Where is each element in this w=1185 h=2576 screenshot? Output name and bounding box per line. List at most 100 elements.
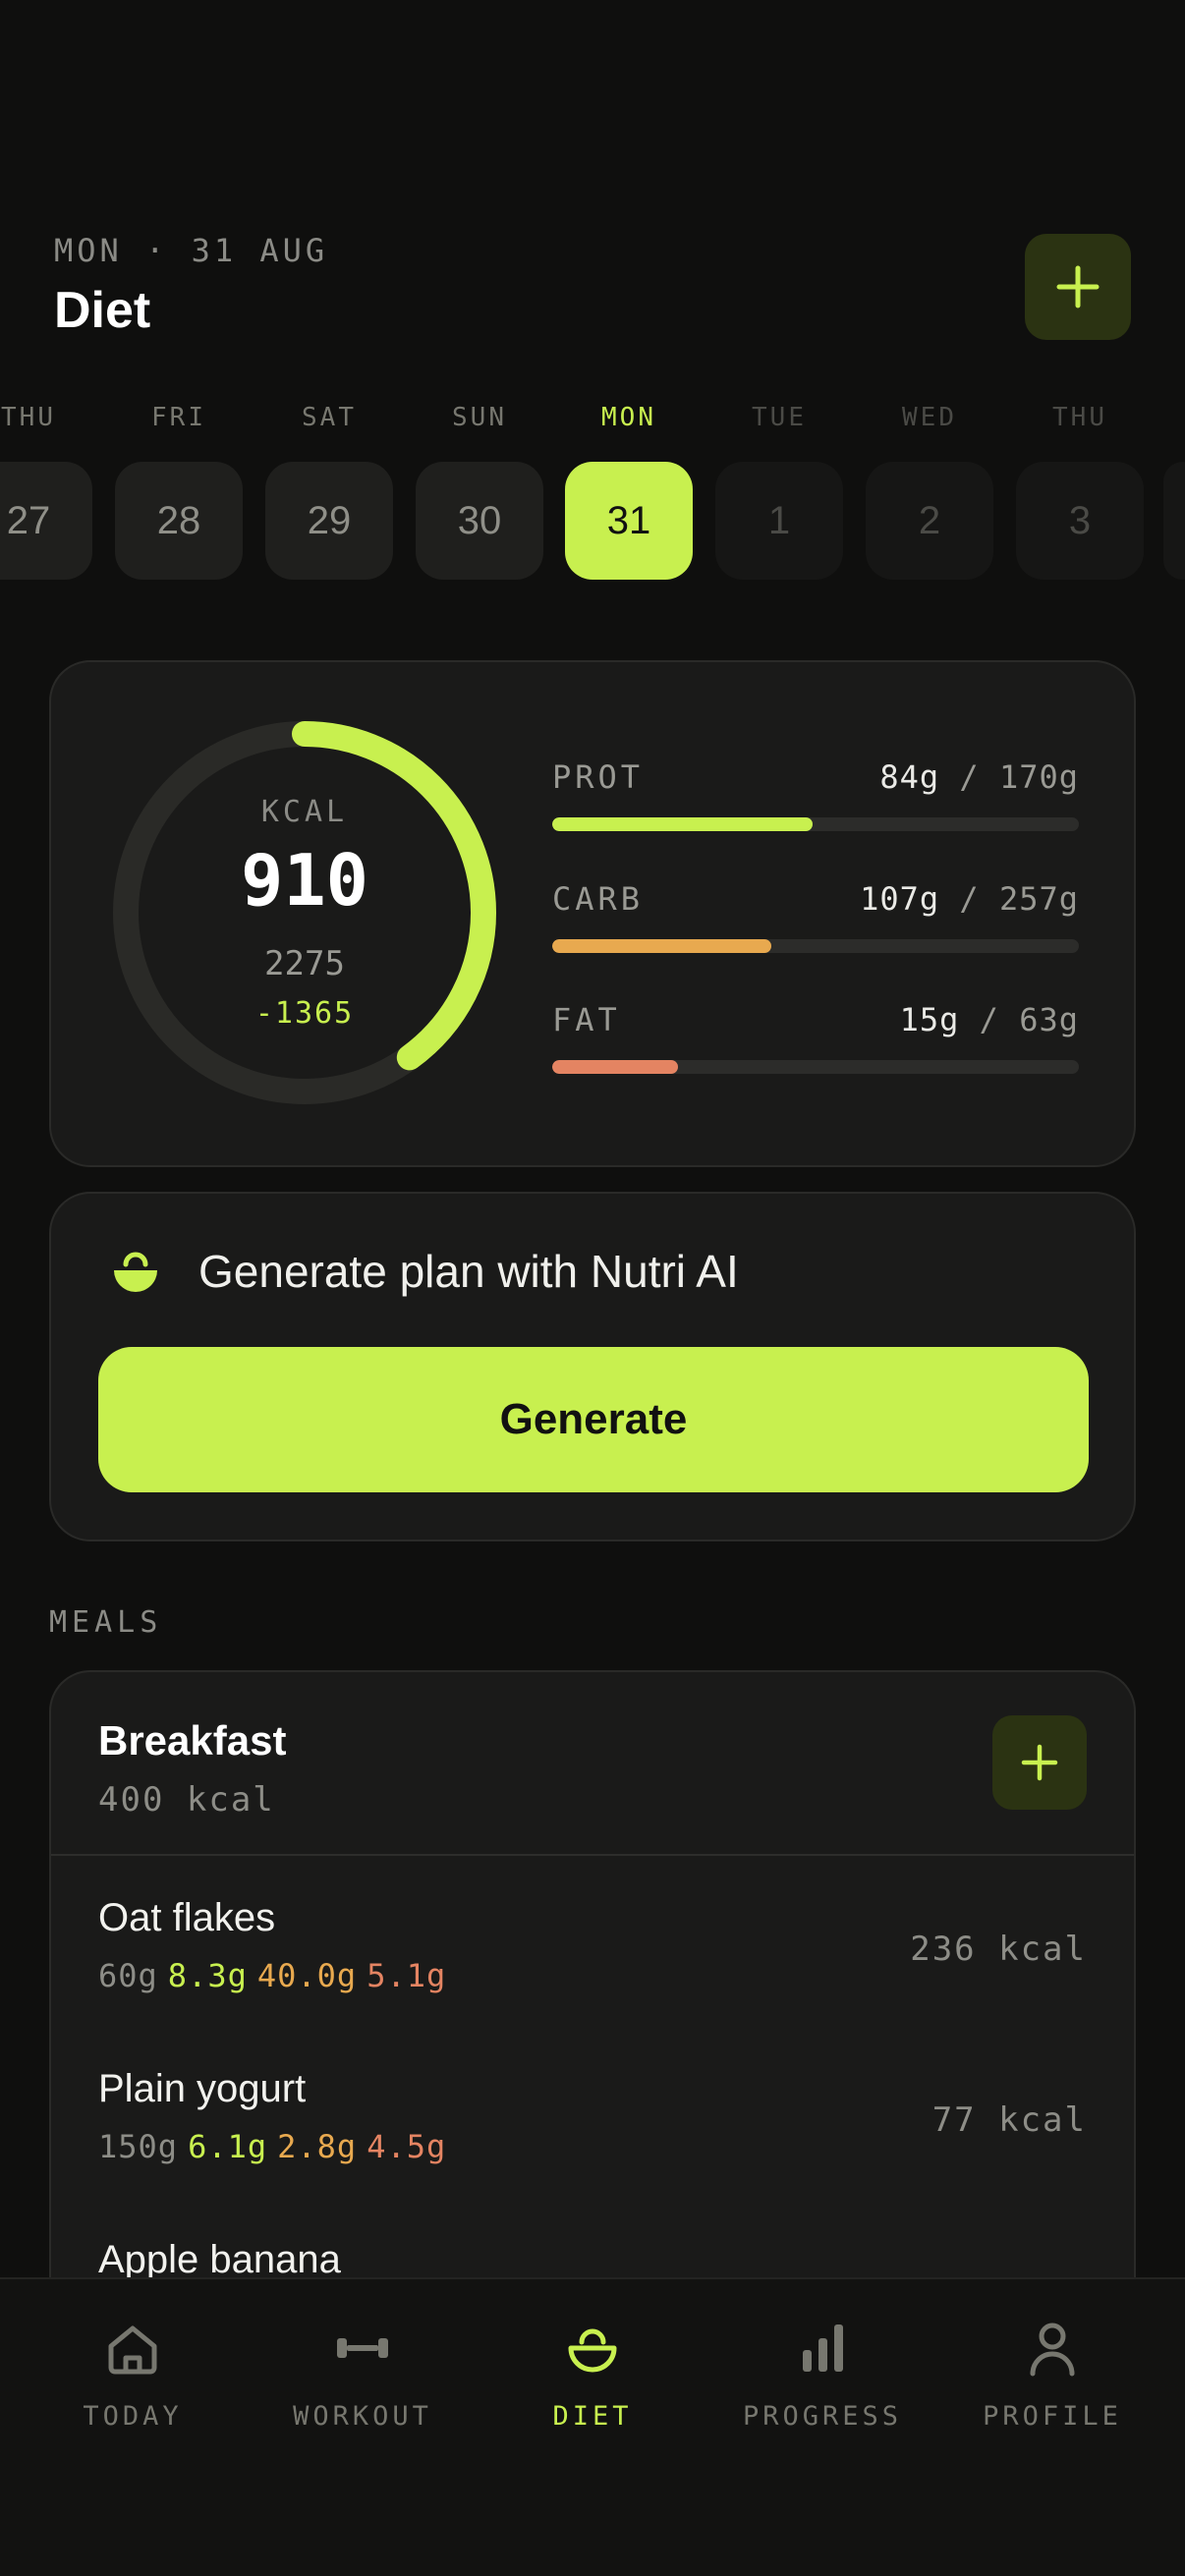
day-item[interactable]: WED 2 — [866, 403, 993, 580]
date-label: MON · 31 AUG — [54, 232, 329, 269]
add-food-button[interactable] — [992, 1715, 1087, 1810]
food-kcal: 236 kcal — [910, 1930, 1087, 1969]
ai-plan-card: Generate plan with Nutri AI Generate — [49, 1192, 1136, 1541]
day-item[interactable]: SUN 30 — [416, 403, 543, 580]
plus-icon — [1021, 1744, 1058, 1781]
nav-item-progress[interactable]: PROGRESS — [709, 2319, 935, 2456]
day-name: FRI — [151, 403, 206, 432]
food-name: Apple banana — [98, 2238, 341, 2281]
food-carb: 40.0g — [256, 1957, 358, 1994]
day-item[interactable]: SAT 29 — [265, 403, 393, 580]
nav-label: TODAY — [83, 2401, 183, 2432]
user-icon — [1030, 2323, 1075, 2377]
nav-item-diet[interactable]: DIET — [480, 2319, 705, 2456]
day-name: MON — [601, 403, 656, 432]
ai-plan-text: Generate plan with Nutri AI — [198, 1246, 739, 1297]
day-number: 31 — [565, 462, 693, 580]
macro-current: 84g — [879, 758, 940, 796]
macro-value: 15g / 63g — [899, 1001, 1079, 1038]
food-item[interactable]: Plain yogurt 150g 6.1g 2.8g 4.5g 77 kcal — [98, 2067, 1087, 2205]
day-number: 29 — [265, 462, 393, 580]
food-fat: 5.1g — [367, 1957, 447, 1994]
day-number: 2 — [866, 462, 993, 580]
food-quantity: 150g — [98, 2128, 179, 2165]
day-item[interactable]: TUE 1 — [715, 403, 843, 580]
day-item[interactable]: FRI 28 — [115, 403, 243, 580]
kcal-value: 910 — [240, 839, 369, 922]
day-name: THU — [1052, 403, 1107, 432]
home-icon — [108, 2325, 157, 2375]
macro-name: FAT — [552, 1001, 621, 1038]
day-item[interactable]: THU 27 — [0, 403, 92, 580]
header: MON · 31 AUG Diet — [54, 232, 1131, 350]
bar-chart-icon — [803, 2324, 843, 2372]
macro-track — [552, 939, 1079, 953]
food-carb: 2.8g — [277, 2128, 358, 2165]
day-number: 3 — [1016, 462, 1144, 580]
divider — [51, 1854, 1134, 1856]
meal-kcal: 400 kcal — [98, 1780, 275, 1820]
food-name: Oat flakes — [98, 1896, 276, 1939]
day-item-partial[interactable] — [1163, 403, 1185, 580]
food-protein: 6.1g — [188, 2128, 268, 2165]
day-number: 27 — [0, 462, 92, 580]
macro-target: 170g — [998, 758, 1079, 796]
macro-value: 84g / 170g — [879, 758, 1079, 796]
day-name: THU — [1, 403, 56, 432]
macro-fill — [552, 817, 813, 831]
macro-carb: CARB 107g / 257g — [552, 880, 1079, 969]
bowl-icon — [568, 2328, 617, 2373]
day-item[interactable]: MON 31 — [565, 403, 693, 580]
macro-fat: FAT 15g / 63g — [552, 1001, 1079, 1090]
macro-track — [552, 1060, 1079, 1074]
macro-target: 257g — [998, 880, 1079, 918]
macro-current: 15g — [899, 1001, 960, 1038]
macro-track — [552, 817, 1079, 831]
meal-card-breakfast: Breakfast 400 kcal Oat flakes 60g 8.3g 40.… — [49, 1670, 1136, 2378]
food-quantity: 60g — [98, 1957, 158, 1994]
week-strip: THU 27 FRI 28 SAT 29 SUN 30 MON 31 TUE 1… — [0, 403, 1185, 589]
day-number: 30 — [416, 462, 543, 580]
bottom-nav: TODAY WORKOUT DIET PROGRESS PROFILE — [0, 2277, 1185, 2576]
nav-item-profile[interactable]: PROFILE — [939, 2319, 1165, 2456]
day-name: TUE — [752, 403, 807, 432]
macro-fill — [552, 939, 771, 953]
food-item[interactable]: Oat flakes 60g 8.3g 40.0g 5.1g 236 kcal — [98, 1896, 1087, 2034]
day-name: SAT — [302, 403, 357, 432]
day-number: 28 — [115, 462, 243, 580]
macro-fill — [552, 1060, 678, 1074]
food-kcal: 77 kcal — [931, 2100, 1087, 2140]
macro-target: 63g — [1019, 1001, 1079, 1038]
page-title: Diet — [54, 282, 151, 339]
nav-item-today[interactable]: TODAY — [20, 2319, 246, 2456]
day-number: 1 — [715, 462, 843, 580]
day-name: WED — [902, 403, 957, 432]
macro-name: PROT — [552, 758, 645, 796]
food-fat: 4.5g — [367, 2128, 447, 2165]
nav-item-workout[interactable]: WORKOUT — [250, 2319, 476, 2456]
day-item[interactable]: THU 3 — [1016, 403, 1144, 580]
kcal-target: 2275 — [264, 944, 345, 983]
nutrition-summary-card: KCAL 910 2275 -1365 PROT 84g / 170g CARB… — [49, 660, 1136, 1167]
add-button[interactable] — [1025, 234, 1131, 340]
nav-label: DIET — [552, 2401, 633, 2432]
food-name: Plain yogurt — [98, 2067, 307, 2110]
generate-button[interactable]: Generate — [98, 1347, 1089, 1492]
day-number-partial — [1163, 462, 1185, 580]
food-protein: 8.3g — [167, 1957, 248, 1994]
food-macros: 60g 8.3g 40.0g 5.1g — [98, 1957, 456, 1994]
calorie-ring: KCAL 910 2275 -1365 — [108, 716, 501, 1109]
nav-label: PROFILE — [983, 2401, 1122, 2432]
kcal-remaining: -1365 — [254, 996, 355, 1031]
nav-label: WORKOUT — [293, 2401, 432, 2432]
meals-section-label: MEALS — [49, 1605, 163, 1640]
food-macros: 150g 6.1g 2.8g 4.5g — [98, 2128, 456, 2165]
macro-value: 107g / 257g — [860, 880, 1079, 918]
macro-name: CARB — [552, 880, 645, 918]
plus-icon — [1056, 265, 1100, 308]
macro-current: 107g — [860, 880, 940, 918]
meal-title: Breakfast — [98, 1717, 287, 1764]
kcal-label: KCAL — [260, 795, 349, 829]
bowl-icon — [114, 1252, 157, 1292]
day-name: SUN — [452, 403, 507, 432]
